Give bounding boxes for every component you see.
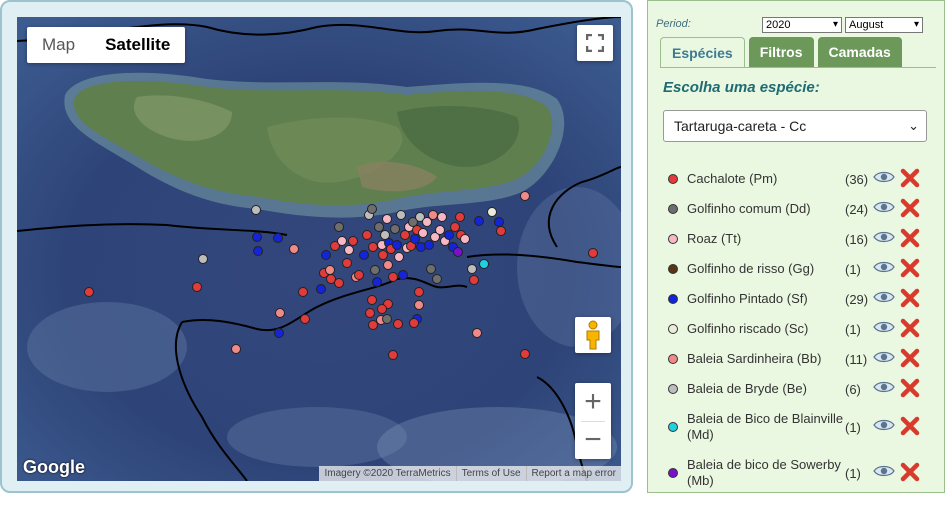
chevron-down-icon: ▾ (832, 19, 838, 30)
map-imagery (17, 17, 621, 481)
tab-filtros[interactable]: Filtros (748, 37, 814, 68)
eye-icon[interactable] (873, 230, 895, 244)
species-row: Golfinho riscado (Sc) (1) (668, 314, 940, 344)
remove-x-icon[interactable] (900, 348, 920, 368)
species-name: Baleia de bico de Sowerby (Mb) (687, 457, 841, 488)
minus-icon: − (584, 423, 602, 456)
species-color-dot (668, 384, 678, 394)
species-count: (1) (845, 419, 861, 435)
remove-x-icon[interactable] (900, 288, 920, 308)
zoom-in-button[interactable]: + (575, 384, 611, 421)
remove-x-icon[interactable] (900, 416, 920, 436)
species-name: Golfinho de risso (Gg) (687, 261, 815, 276)
species-row: Golfinho comum (Dd) (24) (668, 194, 940, 224)
month-select[interactable]: August ▾ (845, 17, 923, 33)
eye-icon[interactable] (873, 464, 895, 478)
remove-x-icon[interactable] (900, 378, 920, 398)
tab-divider (660, 67, 936, 68)
tab-especies[interactable]: Espécies (660, 37, 745, 68)
species-row: Baleia Sardinheira (Bb) (11) (668, 344, 940, 374)
species-color-dot (668, 354, 678, 364)
species-row: Golfinho de risso (Gg) (1) (668, 254, 940, 284)
plus-icon: + (584, 385, 602, 418)
species-name: Baleia Sardinheira (Bb) (687, 351, 822, 366)
eye-icon[interactable] (873, 260, 895, 274)
google-logo: Google (23, 457, 85, 477)
map-type-control: Map Satellite (27, 27, 186, 63)
street-view-pegman-button[interactable] (575, 317, 611, 353)
imagery-credit: Imagery ©2020 TerraMetrics (324, 468, 451, 479)
map-attribution: Imagery ©2020 TerraMetrics Terms of Use … (319, 466, 621, 481)
tab-camadas[interactable]: Camadas (817, 37, 902, 68)
species-color-dot (668, 324, 678, 334)
satellite-map[interactable]: Map Satellite + − Google Imagery ©2020 T… (17, 17, 621, 481)
zoom-out-button[interactable]: − (575, 422, 611, 459)
pegman-icon (586, 320, 600, 350)
eye-icon[interactable] (873, 170, 895, 184)
remove-x-icon[interactable] (900, 228, 920, 248)
species-color-dot (668, 264, 678, 274)
species-count: (1) (845, 465, 861, 481)
species-name: Baleia de Bryde (Be) (687, 381, 807, 396)
species-count: (24) (845, 201, 869, 217)
eye-icon[interactable] (873, 200, 895, 214)
chevron-down-icon: ▾ (913, 19, 919, 30)
map-type-map-button[interactable]: Map (27, 27, 90, 63)
species-row: Baleia de bico de Sowerby (Mb) (1) (668, 450, 940, 492)
species-select-value: Tartaruga-careta - Cc (674, 118, 807, 134)
species-count: (1) (845, 321, 861, 337)
species-row: Roaz (Tt) (16) (668, 224, 940, 254)
fullscreen-button[interactable] (577, 25, 613, 61)
species-list: Cachalote (Pm) (36) Golfinho comum (Dd) (24… (668, 164, 940, 492)
species-row: Baleia de Bico de Blainville (Md) (1) (668, 404, 940, 450)
eye-icon[interactable] (873, 320, 895, 334)
choose-species-label: Escolha uma espécie: (663, 79, 820, 96)
species-select[interactable]: Tartaruga-careta - Cc ⌄ (663, 110, 927, 142)
fullscreen-icon (586, 34, 604, 52)
species-name: Golfinho Pintado (Sf) (687, 291, 808, 306)
species-color-dot (668, 234, 678, 244)
remove-x-icon[interactable] (900, 198, 920, 218)
month-value: August (849, 19, 884, 31)
species-name: Golfinho riscado (Sc) (687, 321, 809, 336)
species-count: (11) (845, 351, 868, 367)
species-name: Cachalote (Pm) (687, 171, 778, 186)
remove-x-icon[interactable] (900, 462, 920, 482)
species-color-dot (668, 468, 678, 478)
species-color-dot (668, 204, 678, 214)
species-row: Cachalote (Pm) (36) (668, 164, 940, 194)
species-color-dot (668, 174, 678, 184)
report-map-error-link[interactable]: Report a map error (525, 466, 621, 481)
species-name: Baleia de Bico de Blainville (Md) (687, 411, 844, 442)
terms-of-use-link[interactable]: Terms of Use (455, 466, 526, 481)
period-label: Period: (656, 18, 691, 30)
species-count: (36) (845, 171, 869, 187)
eye-icon[interactable] (873, 380, 895, 394)
panel-tabs: Espécies Filtros Camadas (660, 37, 906, 68)
species-name: Roaz (Tt) (687, 231, 742, 246)
map-type-satellite-button[interactable]: Satellite (90, 27, 185, 63)
species-count: (16) (845, 231, 869, 247)
zoom-control: + − (575, 383, 611, 459)
species-color-dot (668, 294, 678, 304)
side-panel: Period: 2020 ▾ August ▾ Espécies Filtros… (647, 0, 945, 493)
remove-x-icon[interactable] (900, 318, 920, 338)
chevron-down-icon: ⌄ (908, 118, 919, 133)
remove-x-icon[interactable] (900, 168, 920, 188)
map-frame: Map Satellite + − Google Imagery ©2020 T… (0, 0, 633, 493)
species-count: (29) (845, 291, 869, 307)
species-count: (1) (845, 261, 861, 277)
species-count: (6) (845, 381, 861, 397)
eye-icon[interactable] (873, 350, 895, 364)
year-select[interactable]: 2020 ▾ (762, 17, 842, 33)
eye-icon[interactable] (873, 418, 895, 432)
remove-x-icon[interactable] (900, 258, 920, 278)
year-value: 2020 (766, 19, 791, 31)
species-row: Golfinho Pintado (Sf) (29) (668, 284, 940, 314)
species-row: Baleia de Bryde (Be) (6) (668, 374, 940, 404)
species-color-dot (668, 422, 678, 432)
eye-icon[interactable] (873, 290, 895, 304)
species-name: Golfinho comum (Dd) (687, 201, 811, 216)
